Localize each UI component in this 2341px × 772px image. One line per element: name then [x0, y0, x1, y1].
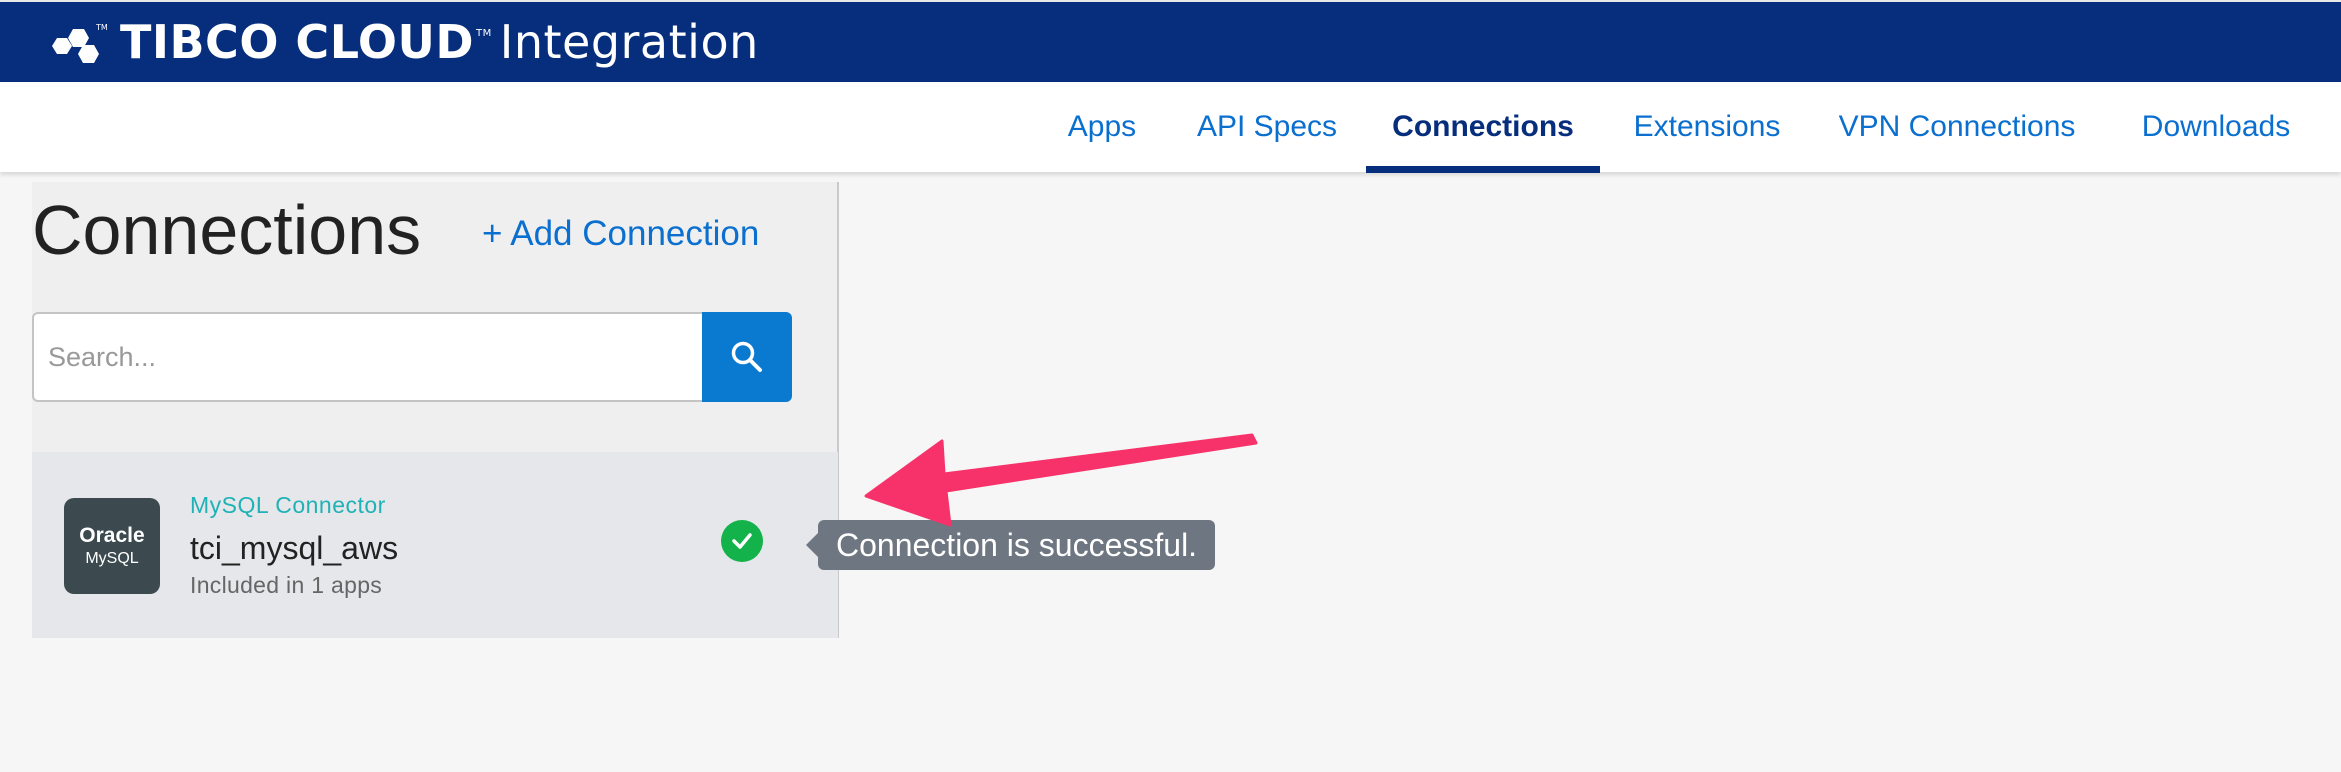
annotation-arrow-icon [864, 433, 1258, 527]
